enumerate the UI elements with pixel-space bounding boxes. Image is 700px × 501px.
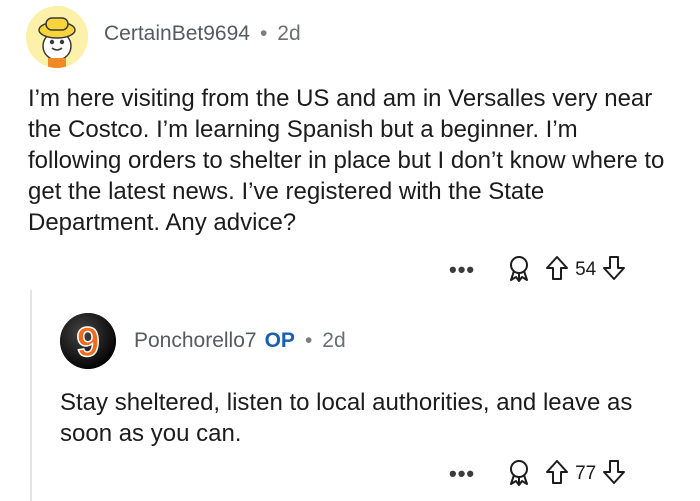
- award-icon[interactable]: [505, 254, 545, 287]
- separator-dot: •: [304, 329, 313, 352]
- author-name[interactable]: CertainBet9694: [104, 22, 250, 46]
- award-icon[interactable]: [505, 458, 545, 491]
- vote-score: 77: [575, 463, 597, 484]
- vote-score: 54: [575, 259, 597, 280]
- comment-meta: Ponchorello7 OP • 2d: [134, 329, 346, 353]
- number-nine-avatar[interactable]: 9: [60, 313, 116, 369]
- comment-meta: CertainBet9694 • 2d: [104, 22, 301, 46]
- avatar-number: 9: [76, 318, 99, 365]
- author-name[interactable]: Ponchorello7: [134, 329, 257, 353]
- comment-actions: ••• 54: [449, 255, 626, 285]
- upvote-icon[interactable]: [545, 459, 569, 490]
- comment-body: Stay sheltered, listen to local authorit…: [60, 389, 633, 447]
- comment-body: I’m here visiting from the US and am in …: [28, 85, 665, 236]
- timestamp: 2d: [322, 329, 346, 352]
- more-options-button[interactable]: •••: [449, 463, 475, 485]
- op-badge: OP: [264, 329, 295, 352]
- snoo-avatar[interactable]: [26, 6, 88, 68]
- comment-actions: ••• 77: [449, 459, 626, 489]
- downvote-icon[interactable]: [602, 459, 626, 490]
- thread-line[interactable]: [30, 290, 32, 501]
- upvote-icon[interactable]: [545, 255, 569, 286]
- downvote-icon[interactable]: [602, 255, 626, 286]
- timestamp: 2d: [277, 22, 301, 45]
- more-options-button[interactable]: •••: [449, 259, 475, 281]
- separator-dot: •: [259, 22, 268, 45]
